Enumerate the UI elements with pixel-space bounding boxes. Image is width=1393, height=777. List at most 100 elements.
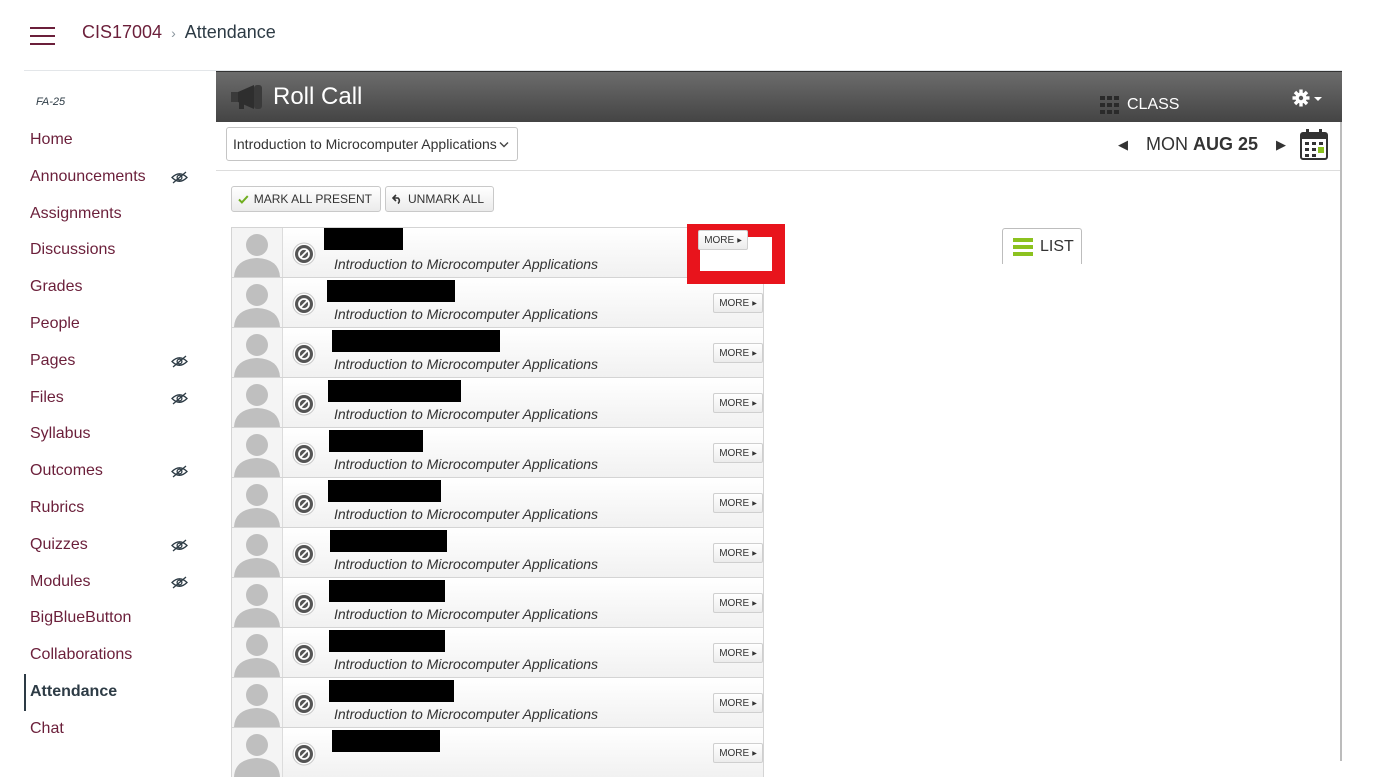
student-row: Introduction to Microcomputer Applicatio…: [231, 427, 764, 477]
sidebar-item-syllabus[interactable]: Syllabus: [24, 416, 204, 453]
date-navigator: ◀ MON AUG 25 ▶: [1118, 134, 1286, 155]
breadcrumb-current: Attendance: [184, 22, 276, 42]
student-section-label: Introduction to Microcomputer Applicatio…: [334, 406, 599, 422]
attendance-status-icon: [292, 642, 316, 666]
sidebar-item-people[interactable]: People: [24, 306, 204, 343]
sidebar-item-label: Discussions: [30, 241, 116, 259]
attendance-status-toggle[interactable]: [292, 342, 316, 366]
hidden-eye-icon: [171, 171, 188, 184]
hidden-eye-icon: [171, 392, 188, 405]
more-button[interactable]: MORE ▶: [713, 693, 763, 713]
term-label: FA-25: [36, 96, 66, 108]
sidebar-item-collaborations[interactable]: Collaborations: [24, 637, 204, 674]
more-button-label: MORE: [719, 597, 750, 609]
more-button-label: MORE: [719, 697, 750, 709]
attendance-status-toggle[interactable]: [292, 492, 316, 516]
attendance-status-toggle[interactable]: [292, 642, 316, 666]
redacted-student-name: [324, 228, 403, 250]
more-button[interactable]: MORE ▶: [713, 593, 763, 613]
sidebar-item-label: People: [30, 314, 80, 332]
mark-all-present-button[interactable]: MARK ALL PRESENT: [231, 186, 381, 212]
sidebar-item-label: Collaborations: [30, 646, 133, 664]
sidebar-item-chat[interactable]: Chat: [24, 711, 204, 748]
student-row: Introduction to Microcomputer Applicatio…: [231, 227, 764, 277]
attendance-status-icon: [292, 292, 316, 316]
toolbar-divider: [216, 170, 1340, 171]
student-row: Introduction to Microcomputer Applicatio…: [231, 377, 764, 427]
sidebar-item-label: Syllabus: [30, 425, 91, 443]
sidebar-item-rubrics[interactable]: Rubrics: [24, 490, 204, 527]
student-row: Introduction to Microcomputer Applicatio…: [231, 327, 764, 377]
sidebar-item-files[interactable]: Files: [24, 380, 204, 417]
more-button[interactable]: MORE ▶: [713, 543, 763, 563]
attendance-status-toggle[interactable]: [292, 242, 316, 266]
avatar-icon: [234, 734, 280, 777]
more-button[interactable]: MORE ▶: [698, 230, 748, 250]
breadcrumb: CIS17004 › Attendance: [82, 22, 276, 43]
sidebar-item-bigbluebutton[interactable]: BigBlueButton: [24, 600, 204, 637]
sidebar-item-announcements[interactable]: Announcements: [24, 159, 204, 196]
sidebar-item-label: Assignments: [30, 204, 122, 222]
breadcrumb-separator: ›: [171, 24, 176, 41]
sidebar-item-discussions[interactable]: Discussions: [24, 232, 204, 269]
sidebar-item-attendance[interactable]: Attendance: [24, 673, 204, 711]
attendance-status-icon: [292, 242, 316, 266]
sidebar-item-quizzes[interactable]: Quizzes: [24, 527, 204, 564]
attendance-status-toggle[interactable]: [292, 542, 316, 566]
avatar-icon: [234, 484, 280, 527]
avatar: [232, 528, 283, 577]
sidebar-item-grades[interactable]: Grades: [24, 269, 204, 306]
redacted-student-name: [329, 680, 454, 702]
more-button[interactable]: MORE ▶: [713, 493, 763, 513]
student-row: Introduction to Microcomputer Applicatio…: [231, 277, 764, 327]
attendance-status-toggle[interactable]: [292, 742, 316, 766]
list-icon: [1013, 237, 1033, 256]
roll-call-app: Roll Call LIST CLASS Introduction to Mic…: [216, 71, 1342, 777]
hidden-eye-icon: [171, 539, 188, 552]
section-select[interactable]: Introduction to Microcomputer Applicatio…: [226, 127, 518, 161]
attendance-status-icon: [292, 392, 316, 416]
tab-list[interactable]: LIST: [1002, 228, 1082, 264]
redacted-student-name: [329, 630, 445, 652]
tab-class[interactable]: CLASS: [1100, 87, 1200, 123]
unmark-all-button[interactable]: UNMARK ALL: [385, 186, 494, 212]
more-button[interactable]: MORE ▶: [713, 343, 763, 363]
attendance-status-toggle[interactable]: [292, 392, 316, 416]
sidebar-item-label: Chat: [30, 719, 64, 737]
attendance-status-toggle[interactable]: [292, 442, 316, 466]
more-button[interactable]: MORE ▶: [713, 743, 763, 763]
more-button[interactable]: MORE ▶: [713, 293, 763, 313]
attendance-status-toggle[interactable]: [292, 692, 316, 716]
student-row: Introduction to Microcomputer Applicatio…: [231, 527, 764, 577]
avatar-icon: [234, 334, 280, 377]
attendance-status-icon: [292, 592, 316, 616]
avatar: [232, 478, 283, 527]
more-button[interactable]: MORE ▶: [713, 393, 763, 413]
attendance-status-toggle[interactable]: [292, 292, 316, 316]
sidebar-item-outcomes[interactable]: Outcomes: [24, 453, 204, 490]
more-button[interactable]: MORE ▶: [713, 443, 763, 463]
gear-icon[interactable]: [1292, 88, 1326, 108]
calendar-icon[interactable]: [1300, 128, 1328, 160]
attendance-status-toggle[interactable]: [292, 592, 316, 616]
student-section-label: Introduction to Microcomputer Applicatio…: [334, 356, 599, 372]
sidebar-item-assignments[interactable]: Assignments: [24, 196, 204, 233]
highlight-box: MORE ▶: [687, 224, 785, 284]
more-button-label: MORE: [719, 297, 750, 309]
hamburger-menu-icon[interactable]: [30, 27, 55, 45]
student-section-label: Introduction to Microcomputer Applicatio…: [334, 606, 599, 622]
student-row: Introduction to Microcomputer Applicatio…: [231, 577, 764, 627]
unmark-all-label: UNMARK ALL: [408, 192, 485, 206]
avatar: [232, 278, 283, 327]
redacted-student-name: [332, 330, 500, 352]
student-list: Introduction to Microcomputer Applicatio…: [231, 227, 764, 777]
redacted-student-name: [327, 280, 455, 302]
sidebar-item-home[interactable]: Home: [24, 122, 204, 159]
redacted-student-name: [328, 480, 441, 502]
sidebar-item-pages[interactable]: Pages: [24, 343, 204, 380]
breadcrumb-course-link[interactable]: CIS17004: [82, 22, 162, 43]
previous-day-button[interactable]: ◀: [1118, 137, 1128, 153]
more-button[interactable]: MORE ▶: [713, 643, 763, 663]
sidebar-item-modules[interactable]: Modules: [24, 564, 204, 601]
next-day-button[interactable]: ▶: [1276, 137, 1286, 153]
